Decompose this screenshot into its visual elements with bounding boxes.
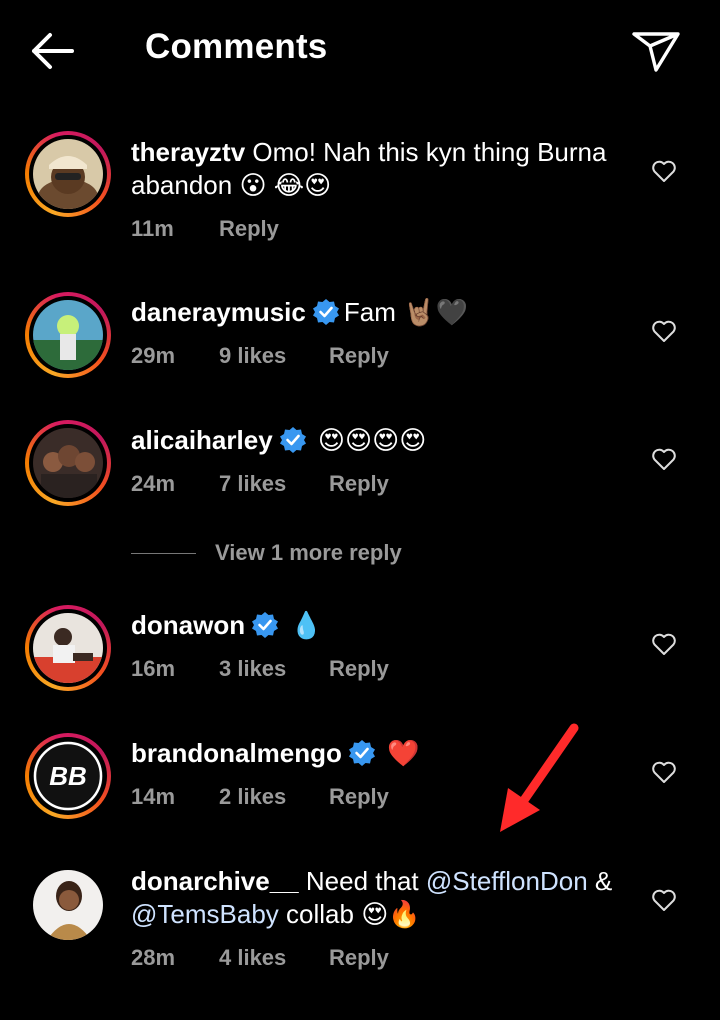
verified-badge-icon — [279, 427, 306, 453]
avatar[interactable] — [25, 292, 111, 378]
like-count[interactable]: 2 likes — [219, 784, 286, 810]
reply-button[interactable]: Reply — [329, 656, 389, 682]
comment-username[interactable]: therayztv — [131, 137, 245, 167]
comment-time: 29m — [131, 343, 176, 368]
comment-username[interactable]: alicaiharley — [131, 425, 273, 455]
emoji-group: 🤘🏽🖤 — [403, 297, 468, 327]
comment-time: 16m — [131, 656, 176, 681]
page-title: Comments — [145, 27, 328, 66]
heart-icon[interactable] — [650, 157, 678, 185]
verified-badge-icon — [312, 299, 339, 325]
comment-time: 28m — [131, 945, 176, 970]
comment-time: 14m — [131, 784, 176, 809]
annotation-arrow-icon — [500, 723, 579, 832]
like-count[interactable]: 3 likes — [219, 656, 286, 682]
reply-button[interactable]: Reply — [329, 471, 389, 497]
heart-icon[interactable] — [650, 317, 678, 345]
mention-link[interactable]: @TemsBaby — [131, 899, 279, 929]
like-count[interactable]: 9 likes — [219, 343, 286, 369]
avatar[interactable] — [25, 605, 111, 691]
reply-button[interactable]: Reply — [329, 945, 389, 971]
header-bar: Comments — [0, 0, 720, 100]
comment-text: donarchive__ Need that @StefflonDon & @T… — [131, 865, 631, 931]
heart-icon[interactable] — [650, 445, 678, 473]
comment-text: donawon 💧 — [131, 609, 631, 642]
reply-button[interactable]: Reply — [329, 343, 389, 369]
comment-text: daneraymusic Fam 🤘🏽🖤 — [131, 296, 631, 329]
avatar[interactable] — [25, 420, 111, 506]
comment-username[interactable]: donarchive__ — [131, 866, 299, 896]
avatar[interactable] — [25, 862, 111, 948]
comment-body: Need that — [305, 866, 419, 896]
back-button[interactable] — [26, 28, 84, 74]
like-count[interactable]: 7 likes — [219, 471, 286, 497]
like-count[interactable]: 4 likes — [219, 945, 286, 971]
heart-icon[interactable] — [650, 886, 678, 914]
emoji-group: 💧 — [290, 610, 323, 640]
comment-text: alicaiharley 😍😍😍😍 — [131, 424, 631, 457]
comment-body: & — [594, 866, 613, 896]
comment-username[interactable]: brandonalmengo — [131, 738, 342, 768]
paper-plane-icon — [632, 32, 680, 72]
comment-body: Fam — [343, 297, 396, 327]
reply-button[interactable]: Reply — [219, 216, 279, 242]
verified-badge-icon — [252, 612, 279, 638]
reply-button[interactable]: Reply — [329, 784, 389, 810]
divider — [131, 553, 196, 554]
comment-body: collab — [286, 899, 354, 929]
comment-body: abandon — [131, 170, 233, 200]
comment-time: 11m — [131, 216, 174, 241]
comment-text: therayztv Omo! Nah this kyn thing Burna … — [131, 136, 631, 202]
heart-icon[interactable] — [650, 758, 678, 786]
avatar[interactable]: BB — [25, 733, 111, 819]
mention-link[interactable]: @StefflonDon — [426, 866, 588, 896]
heart-icon[interactable] — [650, 630, 678, 658]
view-more-replies-label: View 1 more reply — [215, 540, 402, 565]
comment-body: Omo! Nah this kyn thing Burna — [252, 137, 607, 167]
emoji-group: ❤️ — [387, 738, 420, 768]
emoji-group: 😍😍😍😍 — [317, 425, 427, 455]
comment-username[interactable]: daneraymusic — [131, 297, 306, 327]
verified-badge-icon — [348, 740, 375, 766]
emoji-group: 😍🔥 — [361, 899, 421, 929]
svg-text:BB: BB — [49, 761, 87, 791]
comment-time: 24m — [131, 471, 176, 496]
avatar[interactable] — [25, 131, 111, 217]
share-button[interactable] — [628, 26, 684, 74]
emoji-group: 😮 😂😍 — [239, 170, 332, 200]
comment-username[interactable]: donawon — [131, 610, 245, 640]
view-more-replies-button[interactable]: View 1 more reply — [131, 540, 531, 570]
arrow-left-icon — [32, 33, 74, 69]
